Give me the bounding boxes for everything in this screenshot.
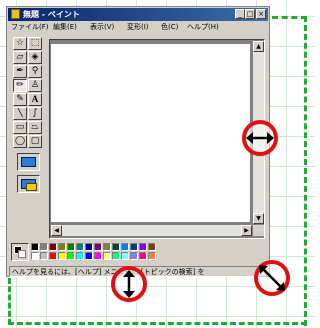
pencil-tool-icon[interactable]: ✏: [13, 79, 27, 92]
menu-view[interactable]: 表示(V): [90, 22, 114, 33]
palette-swatch[interactable]: [85, 243, 93, 251]
text-tool-icon[interactable]: A: [28, 93, 42, 106]
tool-options-box[interactable]: [17, 153, 40, 171]
scrollbar-corner: [253, 225, 264, 236]
ellipse-tool-icon[interactable]: ◯: [13, 135, 27, 148]
option-preview-icon: [21, 157, 36, 167]
window-title: 無題 - ペイント: [23, 10, 80, 19]
paint-app-icon: [11, 9, 20, 19]
current-colors: [11, 243, 29, 261]
scroll-right-arrow-icon[interactable]: ▶: [241, 225, 252, 236]
palette-swatch[interactable]: [67, 252, 75, 260]
fill-tool-icon[interactable]: ◈: [28, 51, 42, 64]
line-tool-icon[interactable]: ╲: [13, 107, 27, 120]
menu-image[interactable]: 変形(I): [127, 22, 149, 33]
palette-swatch[interactable]: [58, 243, 66, 251]
palette-swatch[interactable]: [67, 243, 75, 251]
palette-swatch[interactable]: [139, 252, 147, 260]
magnifier-tool-icon[interactable]: ⚲: [28, 65, 42, 78]
option-overlay-icon: [26, 183, 37, 191]
paint-window: 無題 - ペイント _ □ × ファイル(F) 編集(E) 表示(V) 変形(I…: [6, 6, 270, 277]
vertical-resize-cursor-icon: [111, 266, 147, 302]
rounded-rect-tool-icon[interactable]: ▢: [28, 135, 42, 148]
menu-bar: ファイル(F) 編集(E) 表示(V) 変形(I) 色(C) ヘルプ(H): [9, 22, 267, 33]
eraser-tool-icon[interactable]: ▱: [13, 51, 27, 64]
palette-swatch[interactable]: [112, 243, 120, 251]
scroll-down-arrow-icon[interactable]: ▼: [253, 213, 264, 224]
brush-tool-icon[interactable]: ♙: [28, 79, 42, 92]
tool-box: ☆ ⬚ ▱ ◈ ✒ ⚲ ✏ ♙ ✎ A ╲ ∫ ▭ ⏢ ◯ ▢: [11, 37, 47, 239]
palette-swatch[interactable]: [49, 252, 57, 260]
scroll-left-arrow-icon[interactable]: ◀: [51, 225, 62, 236]
palette-swatch[interactable]: [130, 243, 138, 251]
free-select-tool-icon[interactable]: ☆: [13, 37, 27, 50]
minimize-button[interactable]: _: [235, 9, 245, 19]
palette-swatch[interactable]: [31, 252, 39, 260]
drawing-canvas[interactable]: [51, 44, 250, 222]
palette-swatch[interactable]: [94, 252, 102, 260]
menu-file[interactable]: ファイル(F): [11, 22, 49, 33]
palette-swatch[interactable]: [112, 252, 120, 260]
color-picker-tool-icon[interactable]: ✒: [13, 65, 27, 78]
horizontal-resize-cursor-icon: [242, 120, 278, 156]
palette-swatch[interactable]: [148, 252, 156, 260]
menu-colors[interactable]: 色(C): [161, 22, 178, 33]
palette-swatch[interactable]: [49, 243, 57, 251]
maximize-button[interactable]: □: [245, 9, 255, 19]
rectangle-tool-icon[interactable]: ▭: [13, 121, 27, 134]
palette-swatch[interactable]: [85, 252, 93, 260]
rect-select-tool-icon[interactable]: ⬚: [28, 37, 42, 50]
menu-help[interactable]: ヘルプ(H): [187, 22, 219, 33]
airbrush-tool-icon[interactable]: ✎: [13, 93, 27, 106]
canvas-area: ▲ ▼ ◀ ▶: [49, 39, 265, 239]
palette-swatch[interactable]: [103, 252, 111, 260]
palette-swatch[interactable]: [103, 243, 111, 251]
palette-swatch[interactable]: [148, 243, 156, 251]
menu-edit[interactable]: 編集(E): [53, 22, 77, 33]
palette-swatch[interactable]: [76, 252, 84, 260]
palette-swatch[interactable]: [121, 252, 129, 260]
palette-swatch[interactable]: [94, 243, 102, 251]
polygon-tool-icon[interactable]: ⏢: [28, 121, 42, 134]
scroll-up-arrow-icon[interactable]: ▲: [253, 41, 264, 52]
palette-swatch[interactable]: [31, 243, 39, 251]
palette-swatch[interactable]: [40, 243, 48, 251]
tool-options-box-alt[interactable]: [17, 175, 40, 193]
palette-swatch[interactable]: [121, 243, 129, 251]
palette-swatch[interactable]: [40, 252, 48, 260]
curve-tool-icon[interactable]: ∫: [28, 107, 42, 120]
palette-swatch[interactable]: [58, 252, 66, 260]
palette-swatch[interactable]: [130, 252, 138, 260]
palette-swatch[interactable]: [139, 243, 147, 251]
diagonal-resize-cursor-icon: [254, 260, 290, 296]
title-bar[interactable]: 無題 - ペイント _ □ ×: [8, 8, 268, 21]
palette-swatch[interactable]: [76, 243, 84, 251]
horizontal-scrollbar[interactable]: ◀ ▶: [51, 225, 252, 236]
color-palette: [11, 243, 191, 261]
background-color: [18, 250, 26, 258]
close-button[interactable]: ×: [256, 9, 266, 19]
